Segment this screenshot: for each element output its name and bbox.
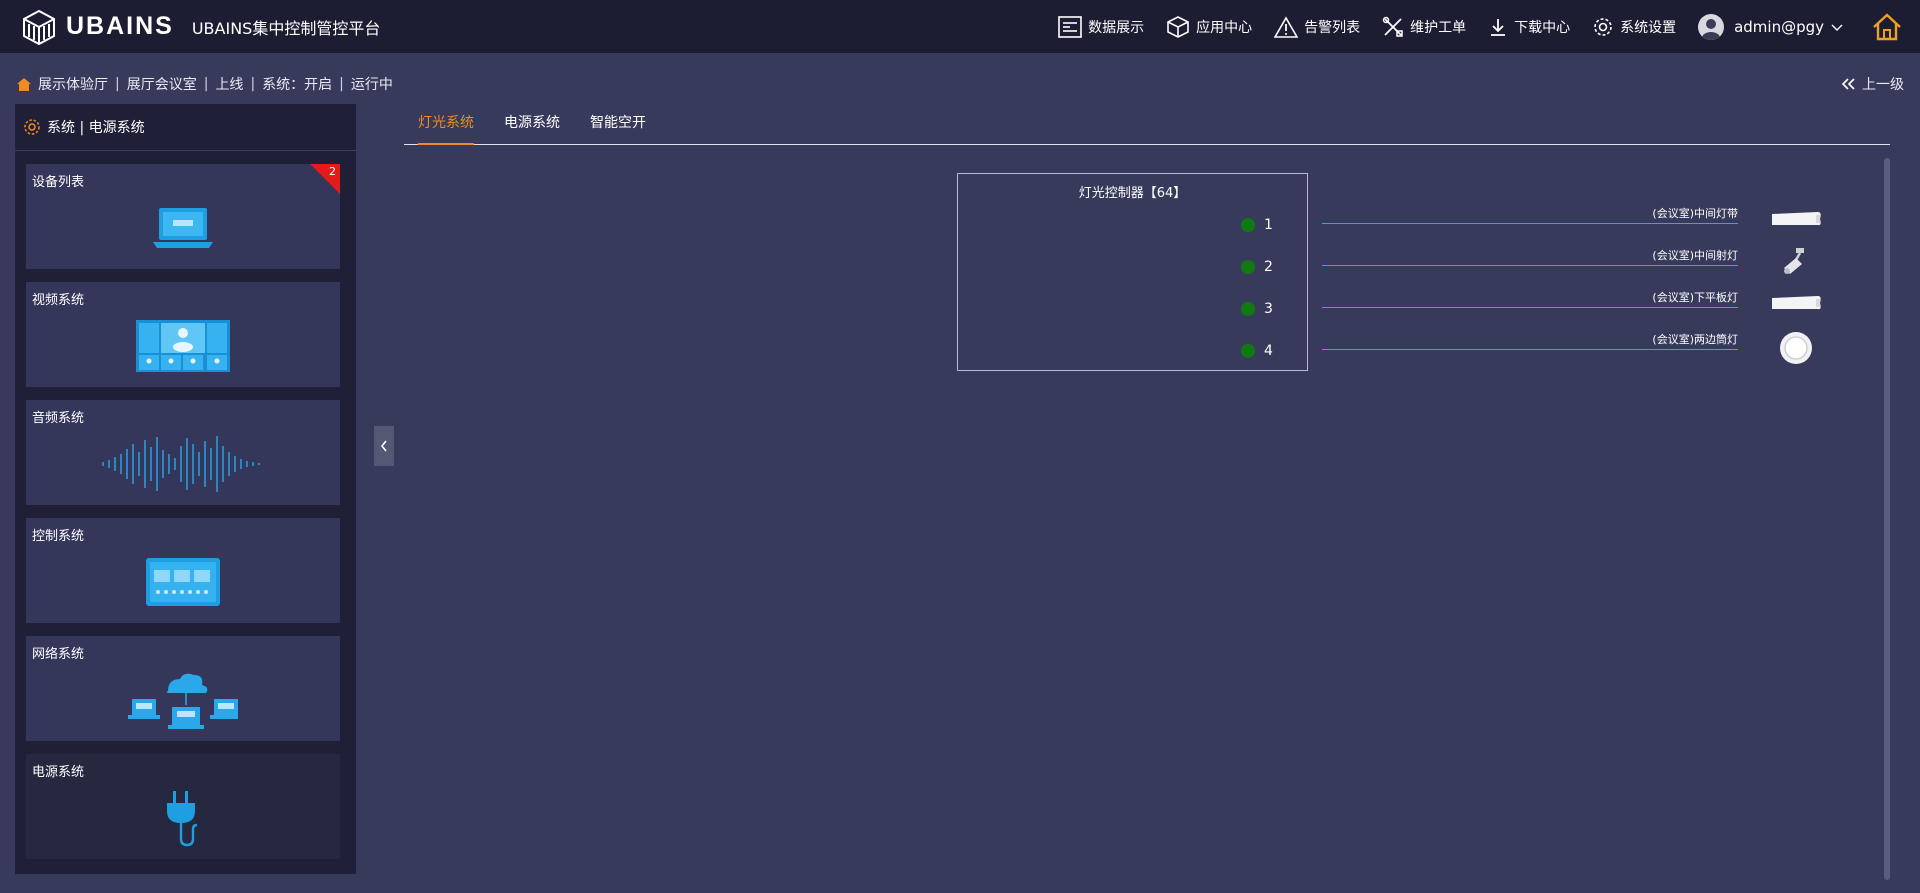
card-label: 音频系统: [32, 411, 85, 426]
light-controller-box: 灯光控制器【64】 1 2 3 4: [957, 173, 1308, 371]
status-dot: [1241, 302, 1255, 316]
system-tabs: 灯光系统 电源系统 智能空开: [404, 112, 1890, 145]
nav-app-center[interactable]: 应用中心: [1166, 15, 1252, 39]
sidebar-card-control-system[interactable]: 控制系统: [26, 518, 340, 623]
nav-system-settings[interactable]: 系统设置: [1592, 16, 1676, 38]
connection-line: [1322, 307, 1738, 308]
power-plug-icon: [167, 790, 198, 846]
data-display-icon: [1058, 15, 1082, 38]
channel-4[interactable]: 4: [1241, 343, 1273, 359]
sidebar-card-device-list[interactable]: 设备列表 2: [26, 164, 340, 269]
breadcrumb-item[interactable]: 展示体验厅: [38, 74, 108, 94]
connection-line: [1322, 265, 1738, 266]
channel-number: 1: [1264, 217, 1273, 233]
card-label: 视频系统: [32, 293, 85, 308]
breadcrumb-separator: |: [250, 76, 256, 92]
breadcrumb-status: 运行中: [350, 77, 393, 93]
gear-icon: [24, 119, 40, 135]
channel-number: 3: [1264, 301, 1273, 317]
cube-icon: [1167, 15, 1189, 38]
laptop-icon: [153, 207, 213, 248]
nav-label: 下载中心: [1514, 19, 1571, 36]
control-panel-icon: [146, 557, 220, 606]
network-cloud-icon: [128, 673, 238, 729]
channel-2[interactable]: 2: [1241, 259, 1273, 275]
connection-line: [1322, 349, 1738, 350]
logo-text: UBAINS: [66, 12, 174, 40]
breadcrumb-item[interactable]: 展厅会议室: [127, 74, 197, 94]
sidebar-card-power-system[interactable]: 电源系统: [26, 754, 340, 859]
channel-number: 2: [1264, 259, 1273, 275]
user-menu[interactable]: admin@pgy: [1698, 13, 1844, 40]
sidebar-header-label: 系统 | 电源系统: [47, 120, 145, 136]
card-label: 设备列表: [32, 175, 85, 190]
channel-1[interactable]: 1: [1241, 217, 1273, 233]
logo-cube-icon: [23, 9, 55, 45]
avatar: [1698, 13, 1725, 40]
tab-power-system[interactable]: 电源系统: [504, 112, 560, 143]
lamp-label: (会议室)中间灯带: [1652, 207, 1738, 220]
breadcrumb: 展示体验厅 | 展厅会议室 | 上线 | 系统：开启 | 运行中: [16, 74, 393, 94]
channel-number: 4: [1264, 343, 1273, 359]
nav-alarm-list[interactable]: 告警列表: [1274, 15, 1361, 38]
badge-count: 2: [329, 165, 336, 178]
sidebar-header: 系统 | 电源系统: [15, 104, 356, 151]
platform-title: UBAINS集中控制管控平台: [191, 18, 381, 38]
card-label: 网络系统: [32, 647, 85, 662]
sidebar-card-audio-system[interactable]: 音频系统: [26, 400, 340, 505]
video-wall-icon: [136, 319, 230, 372]
tab-lighting-system[interactable]: 灯光系统: [418, 112, 474, 145]
double-chevron-left-icon: [1841, 78, 1855, 90]
back-label: 上一级: [1862, 77, 1904, 93]
status-dot: [1241, 260, 1255, 274]
user-name: admin@pgy: [1734, 17, 1824, 36]
logo: UBAINS UBAINS集中控制管控平台: [20, 8, 380, 46]
nav-maintenance[interactable]: 维护工单: [1382, 16, 1466, 38]
nav-data-display[interactable]: 数据展示: [1058, 15, 1145, 38]
tab-smart-breaker[interactable]: 智能空开: [590, 112, 646, 143]
lamp-label: (会议室)中间射灯: [1652, 249, 1738, 262]
warning-icon: [1274, 15, 1299, 38]
breadcrumb-separator: |: [203, 76, 209, 92]
home-icon[interactable]: [16, 77, 32, 92]
lamp-label: (会议室)下平板灯: [1652, 291, 1738, 304]
connection-line: [1322, 223, 1738, 224]
panel-light-icon[interactable]: [1770, 294, 1822, 312]
nav-label: 告警列表: [1304, 19, 1361, 36]
tools-icon: [1382, 16, 1403, 37]
nav-label: 应用中心: [1196, 19, 1253, 36]
status-dot: [1241, 344, 1255, 358]
sidebar-card-network-system[interactable]: 网络系统: [26, 636, 340, 741]
controller-title: 灯光控制器【64】: [1078, 186, 1187, 201]
breadcrumb-separator: |: [339, 76, 344, 92]
nav-download-center[interactable]: 下载中心: [1488, 17, 1570, 37]
sound-wave-icon: [102, 435, 260, 492]
top-bar: UBAINS UBAINS集中控制管控平台 数据展示 应用中心 告警列表 维护工…: [0, 0, 1920, 53]
home-icon[interactable]: [1872, 12, 1902, 41]
gear-icon: [1594, 17, 1612, 36]
status-dot: [1241, 218, 1255, 232]
download-icon: [1491, 18, 1506, 36]
nav-label: 系统设置: [1620, 19, 1677, 36]
spotlight-icon[interactable]: [1782, 246, 1808, 276]
card-label: 电源系统: [32, 765, 85, 780]
downlight-icon[interactable]: [1778, 330, 1814, 366]
chevron-down-icon: [1831, 24, 1843, 31]
channel-3[interactable]: 3: [1241, 301, 1273, 317]
breadcrumb-separator: |: [115, 76, 120, 92]
nav-label: 数据展示: [1088, 19, 1145, 36]
breadcrumb-status: 系统：开启: [262, 77, 333, 93]
card-label: 控制系统: [32, 529, 85, 544]
sidebar-collapse-button[interactable]: [374, 426, 394, 466]
breadcrumb-status: 上线: [215, 77, 244, 93]
back-button[interactable]: 上一级: [1840, 74, 1904, 94]
vertical-scrollbar[interactable]: [1884, 158, 1890, 880]
sidebar-card-video-system[interactable]: 视频系统: [26, 282, 340, 387]
sidebar: 系统 | 电源系统 设备列表 2 视频系统 音频系统 控制系统 网络系统 电源系…: [15, 104, 356, 874]
light-strip-icon[interactable]: [1770, 210, 1822, 228]
nav-label: 维护工单: [1410, 19, 1467, 36]
lamp-label: (会议室)两边筒灯: [1652, 333, 1738, 346]
chevron-left-icon: [380, 440, 387, 452]
top-nav: 数据展示 应用中心 告警列表 维护工单 下载中心 系统设置 admin@pgy: [1058, 0, 1920, 53]
